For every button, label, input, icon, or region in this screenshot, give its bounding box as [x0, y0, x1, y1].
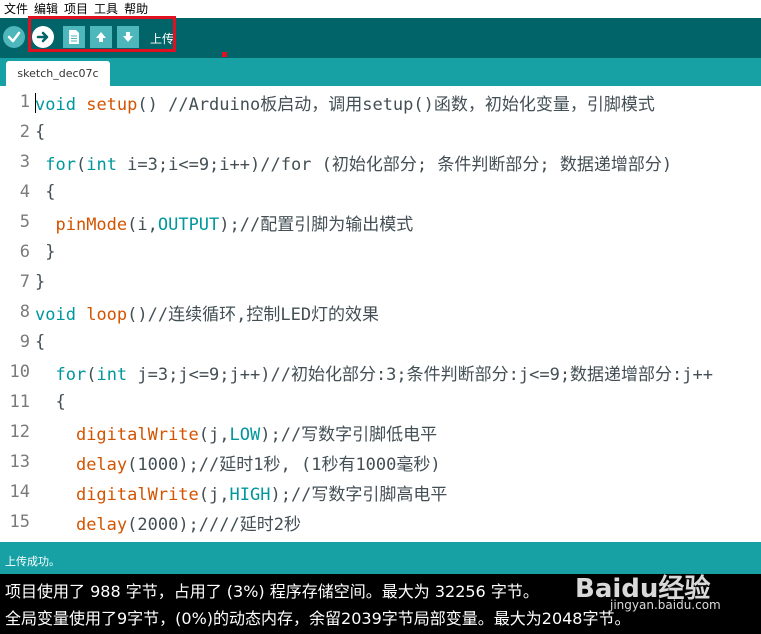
- open-button[interactable]: [90, 26, 112, 48]
- toolbar-hint-label: 上传: [150, 32, 175, 46]
- code-line: 12 digitalWrite(j,LOW);//写数字引脚低电平: [0, 417, 761, 447]
- code-text: {: [35, 122, 46, 142]
- code-text: for(int i=3;i<=9;i++)//for (初始化部分; 条件判断部…: [45, 154, 673, 175]
- line-number: 15: [9, 512, 30, 532]
- console-line: 项目使用了 988 字节，占用了 (3%) 程序存储空间。最大为 32256 字…: [5, 582, 539, 601]
- line-number: 10: [9, 362, 30, 382]
- code-line: 13 delay(1000);//延时1秒, (1秒有1000毫秒): [0, 447, 761, 477]
- code-line: 9{: [0, 327, 761, 357]
- line-number: 6: [19, 242, 30, 262]
- code-text: {: [35, 332, 46, 352]
- toolbar: 上传: [0, 18, 761, 58]
- line-number: 1: [19, 92, 30, 112]
- menu-bar: 文件 编辑 项目 工具 帮助: [0, 0, 761, 18]
- code-text: void loop()//连续循环,控制LED灯的效果: [35, 304, 380, 325]
- tab-sketch[interactable]: sketch_dec07c: [6, 61, 110, 86]
- code-line: 10 for(int j=3;j<=9;j++)//初始化部分:3;条件判断部分…: [0, 357, 761, 387]
- line-number: 13: [9, 452, 30, 472]
- code-text: void setup() //Arduino板启动，调用setup()函数，初始…: [35, 94, 655, 115]
- menu-sketch[interactable]: 项目: [61, 0, 91, 18]
- line-number: 3: [19, 152, 30, 172]
- menu-help[interactable]: 帮助: [121, 0, 151, 18]
- arrow-up-icon: [96, 32, 106, 42]
- menu-edit[interactable]: 编辑: [31, 0, 61, 18]
- tab-strip: sketch_dec07c: [0, 58, 761, 86]
- line-number: 7: [19, 272, 30, 292]
- code-text: delay(1000);//延时1秒, (1秒有1000毫秒): [75, 454, 441, 475]
- code-text: digitalWrite(j,LOW);//写数字引脚低电平: [75, 424, 438, 445]
- code-line: 14 digitalWrite(j,HIGH);//写数字引脚高电平: [0, 477, 761, 507]
- code-line: 15 delay(2000);////延时2秒: [0, 507, 761, 537]
- save-button[interactable]: [117, 26, 139, 48]
- code-line: 3 for(int i=3;i<=9;i++)//for (初始化部分; 条件判…: [0, 147, 761, 177]
- code-text: }: [35, 272, 46, 292]
- check-icon: [7, 31, 21, 43]
- verify-button[interactable]: [3, 26, 25, 48]
- line-number: 12: [9, 422, 30, 442]
- code-line: 4 {: [0, 177, 761, 207]
- line-number: 4: [19, 182, 30, 202]
- new-button[interactable]: [63, 26, 85, 48]
- line-number: 8: [19, 302, 30, 322]
- watermark-url: jingyan.baidu.com: [610, 598, 721, 612]
- console-line: 全局变量使用了9字节，(0%)的动态内存，余留2039字节局部变量。最大为204…: [5, 609, 631, 628]
- code-line: 5 pinMode(i,OUTPUT);//配置引脚为输出模式: [0, 207, 761, 237]
- line-number: 11: [9, 392, 30, 412]
- code-line: 2{: [0, 117, 761, 147]
- line-number: 5: [19, 212, 30, 232]
- code-line: 1 void setup() //Arduino板启动，调用setup()函数，初…: [0, 87, 761, 117]
- upload-button[interactable]: [32, 26, 54, 48]
- status-message: 上传成功。: [5, 555, 60, 568]
- document-icon: [69, 30, 79, 44]
- code-editor[interactable]: 1 void setup() //Arduino板启动，调用setup()函数，初…: [0, 86, 761, 542]
- code-text: {: [35, 392, 66, 412]
- code-line: 8 void loop()//连续循环,控制LED灯的效果: [0, 297, 761, 327]
- code-line: 7}: [0, 267, 761, 297]
- code-line: 6 }: [0, 237, 761, 267]
- line-number: 14: [9, 482, 30, 502]
- code-text: delay(2000);////延时2秒: [75, 514, 301, 535]
- code-text: }: [35, 242, 56, 262]
- code-line: 11 {: [0, 387, 761, 417]
- text-cursor: [35, 93, 36, 113]
- code-text: pinMode(i,OUTPUT);//配置引脚为输出模式: [55, 214, 414, 235]
- menu-file[interactable]: 文件: [0, 0, 31, 18]
- line-number: 9: [19, 332, 30, 352]
- code-text: digitalWrite(j,HIGH);//写数字引脚高电平: [75, 484, 448, 505]
- code-text: for(int j=3;j<=9;j++)//初始化部分:3;条件判断部分:j<…: [55, 364, 713, 385]
- arrow-down-icon: [123, 32, 133, 42]
- annotation-dot: [222, 52, 227, 57]
- arrow-right-icon: [36, 31, 49, 43]
- line-number: 2: [19, 122, 30, 142]
- menu-tools[interactable]: 工具: [91, 0, 121, 18]
- code-text: {: [35, 182, 56, 202]
